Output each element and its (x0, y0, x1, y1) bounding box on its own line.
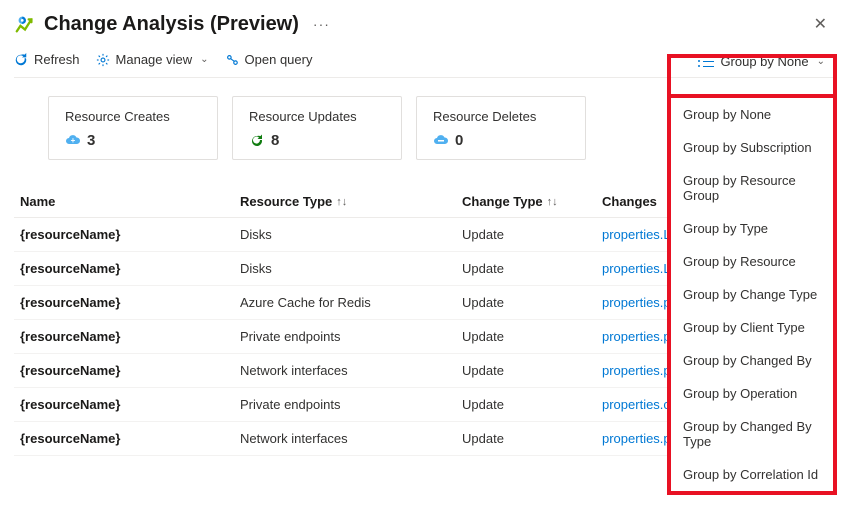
dropdown-item[interactable]: Group by Subscription (671, 131, 833, 164)
cell-name: {resourceName} (14, 431, 240, 446)
sort-icon: ↑↓ (547, 196, 558, 208)
cell-name: {resourceName} (14, 295, 240, 310)
cell-type: Disks (240, 261, 462, 276)
manage-view-button[interactable]: Manage view ⌄ (96, 52, 209, 67)
cell-change-type: Update (462, 431, 602, 446)
cell-type: Network interfaces (240, 363, 462, 378)
card-resource-updates: Resource Updates 8 (232, 96, 402, 160)
list-icon (700, 56, 714, 68)
card-resource-creates: Resource Creates + 3 (48, 96, 218, 160)
close-button[interactable]: ✕ (808, 10, 833, 38)
group-by-button[interactable]: Group by None ⌄ (690, 48, 835, 75)
card-label: Resource Updates (249, 109, 385, 124)
cloud-plus-icon: + (65, 133, 81, 149)
dropdown-item[interactable]: Group by Change Type (671, 278, 833, 311)
cell-type: Private endpoints (240, 397, 462, 412)
group-by-dropdown: Group by NoneGroup by SubscriptionGroup … (667, 94, 837, 495)
cell-name: {resourceName} (14, 329, 240, 344)
dropdown-item[interactable]: Group by Changed By Type (671, 410, 833, 458)
svg-text:+: + (71, 136, 76, 145)
more-button[interactable]: ··· (313, 16, 330, 32)
refresh-icon (14, 53, 28, 67)
card-value: 0 (455, 132, 463, 149)
sort-icon: ↑↓ (336, 196, 347, 208)
cloud-minus-icon (433, 133, 449, 149)
change-analysis-icon (14, 13, 36, 35)
chevron-down-icon: ⌄ (200, 54, 208, 65)
cell-type: Azure Cache for Redis (240, 295, 462, 310)
col-resource-type[interactable]: Resource Type↑↓ (240, 194, 462, 209)
card-label: Resource Creates (65, 109, 201, 124)
gear-icon (96, 53, 110, 67)
cell-name: {resourceName} (14, 397, 240, 412)
card-label: Resource Deletes (433, 109, 569, 124)
manage-view-label: Manage view (116, 52, 193, 67)
cell-change-type: Update (462, 295, 602, 310)
dropdown-item[interactable]: Group by Resource Group (671, 164, 833, 212)
card-resource-deletes: Resource Deletes 0 (416, 96, 586, 160)
card-value: 8 (271, 132, 279, 149)
card-value: 3 (87, 132, 95, 149)
chevron-down-icon: ⌄ (817, 56, 825, 67)
dropdown-item[interactable]: Group by Client Type (671, 311, 833, 344)
dropdown-item[interactable]: Group by Changed By (671, 344, 833, 377)
open-query-label: Open query (245, 52, 313, 67)
dropdown-item[interactable]: Group by Type (671, 212, 833, 245)
cell-change-type: Update (462, 261, 602, 276)
cell-name: {resourceName} (14, 261, 240, 276)
col-change-type[interactable]: Change Type↑↓ (462, 194, 602, 209)
cloud-sync-icon (249, 133, 265, 149)
cell-change-type: Update (462, 363, 602, 378)
cell-change-type: Update (462, 329, 602, 344)
dropdown-item[interactable]: Group by Operation (671, 377, 833, 410)
cell-type: Private endpoints (240, 329, 462, 344)
page-title: Change Analysis (Preview) (44, 13, 299, 36)
cell-type: Network interfaces (240, 431, 462, 446)
col-name[interactable]: Name (14, 194, 240, 209)
cell-name: {resourceName} (14, 227, 240, 242)
open-query-button[interactable]: Open query (225, 52, 313, 67)
dropdown-item[interactable]: Group by Correlation Id (671, 458, 833, 491)
page-header: Change Analysis (Preview) ··· ✕ (14, 4, 837, 46)
toolbar: Refresh Manage view ⌄ Open query Group b… (14, 46, 837, 78)
cell-change-type: Update (462, 397, 602, 412)
cell-type: Disks (240, 227, 462, 242)
cell-change-type: Update (462, 227, 602, 242)
cell-name: {resourceName} (14, 363, 240, 378)
dropdown-item[interactable]: Group by None (671, 98, 833, 131)
refresh-label: Refresh (34, 52, 80, 67)
refresh-button[interactable]: Refresh (14, 52, 80, 67)
query-icon (225, 53, 239, 67)
dropdown-item[interactable]: Group by Resource (671, 245, 833, 278)
group-by-label: Group by None (720, 54, 808, 69)
